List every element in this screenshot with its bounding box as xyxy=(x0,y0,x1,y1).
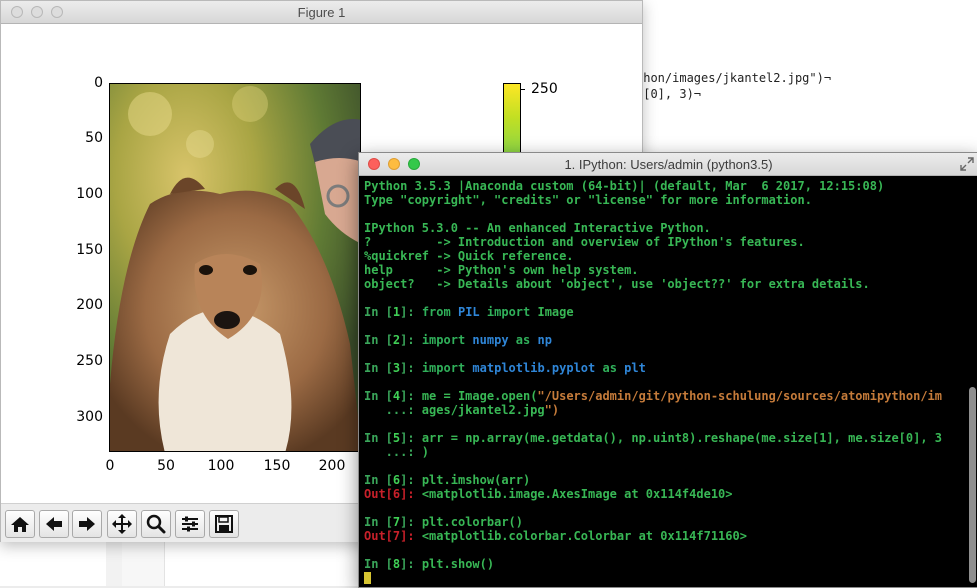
banner-line: ? -> Introduction and overview of IPytho… xyxy=(364,235,805,249)
banner-line: help -> Python's own help system. xyxy=(364,263,639,277)
home-button[interactable] xyxy=(5,510,35,538)
x-tick-label: 200 xyxy=(318,458,346,474)
ipython-cells: In [1]: from PIL import Image In [2]: imp… xyxy=(364,305,954,585)
banner-line: Type "copyright", "credits" or "license"… xyxy=(364,193,812,207)
code-text: import numpy as np xyxy=(421,333,552,347)
colorbar-tick-mark xyxy=(521,89,525,90)
save-button[interactable] xyxy=(209,510,239,538)
input-line: In [7]: plt.colorbar() xyxy=(364,515,523,529)
colorbar-tick-label: 250 xyxy=(531,81,558,97)
code-text: import matplotlib.pyplot as plt xyxy=(421,361,646,375)
terminal-scrollbar[interactable] xyxy=(969,387,976,583)
terminal-output[interactable]: Python 3.5.3 |Anaconda custom (64-bit)| … xyxy=(364,179,954,585)
output-line: Out[6]: <matplotlib.image.AxesImage at 0… xyxy=(364,487,733,501)
configure-subplots-button[interactable] xyxy=(175,510,205,538)
y-tick-label: 150 xyxy=(76,242,103,258)
banner-line xyxy=(364,207,954,221)
home-icon xyxy=(11,517,29,532)
continuation-line: ...: ) xyxy=(364,445,430,459)
move-icon xyxy=(112,514,132,534)
code-text: plt.show() xyxy=(421,557,495,571)
sliders-icon xyxy=(182,516,198,532)
figure-title: Figure 1 xyxy=(297,5,346,20)
editor-code-line-1: thon/images/jkantel2.jpg")¬ xyxy=(636,71,832,85)
banner-line: Python 3.5.3 |Anaconda custom (64-bit)| … xyxy=(364,179,885,193)
x-tick-label: 50 xyxy=(157,458,175,474)
input-line: In [4]: me = Image.open("/Users/admin/gi… xyxy=(364,389,942,403)
text-cursor xyxy=(364,572,371,584)
code-text: plt.colorbar() xyxy=(421,515,523,529)
zoom-rect-button[interactable] xyxy=(141,510,171,538)
input-line: In [3]: import matplotlib.pyplot as plt xyxy=(364,361,646,375)
terminal-window[interactable]: 1. IPython: Users/admin (python3.5) Pyth… xyxy=(358,152,977,588)
arrow-right-icon xyxy=(79,517,95,531)
magnifier-icon xyxy=(146,514,166,534)
output-text: <matplotlib.image.AxesImage at 0x114f4de… xyxy=(421,487,733,501)
y-tick-label: 200 xyxy=(76,297,103,313)
cursor-line[interactable] xyxy=(364,571,954,585)
plot-axes xyxy=(109,83,361,452)
pan-button[interactable] xyxy=(107,510,137,538)
back-button[interactable] xyxy=(39,510,69,538)
dog-photo xyxy=(110,84,360,451)
floppy-icon xyxy=(215,515,233,533)
input-line: In [2]: import numpy as np xyxy=(364,333,552,347)
y-tick-label: 50 xyxy=(85,130,103,146)
code-text: plt.imshow(arr) xyxy=(421,473,531,487)
terminal-title: 1. IPython: Users/admin (python3.5) xyxy=(564,157,773,172)
input-line: In [1]: from PIL import Image xyxy=(364,305,574,319)
output-text: <matplotlib.colorbar.Colorbar at 0x114f7… xyxy=(421,529,747,543)
x-tick-label: 100 xyxy=(207,458,235,474)
banner-line: object? -> Details about 'object', use '… xyxy=(364,277,870,291)
output-line: Out[7]: <matplotlib.colorbar.Colorbar at… xyxy=(364,529,747,543)
arrow-left-icon xyxy=(46,517,62,531)
input-line: In [6]: plt.imshow(arr) xyxy=(364,473,531,487)
fullscreen-icon[interactable] xyxy=(960,157,974,171)
y-tick-label: 250 xyxy=(76,353,103,369)
y-tick-label: 0 xyxy=(94,75,103,91)
code-text: from PIL import Image xyxy=(421,305,574,319)
input-line: In [8]: plt.show() xyxy=(364,557,495,571)
x-tick-label: 0 xyxy=(105,458,115,474)
y-tick-label: 100 xyxy=(76,186,103,202)
x-tick-label: 150 xyxy=(263,458,291,474)
banner-line: IPython 5.3.0 -- An enhanced Interactive… xyxy=(364,221,711,235)
terminal-titlebar[interactable]: 1. IPython: Users/admin (python3.5) xyxy=(359,153,977,176)
y-tick-label: 300 xyxy=(76,409,103,425)
code-text: me = Image.open("/Users/admin/git/python… xyxy=(421,389,942,403)
colorbar xyxy=(503,83,521,158)
forward-button[interactable] xyxy=(72,510,102,538)
editor-code-line-2: e[0], 3)¬ xyxy=(636,87,702,101)
banner-line: %quickref -> Quick reference. xyxy=(364,249,574,263)
code-text: arr = np.array(me.getdata(), np.uint8).r… xyxy=(421,431,943,445)
continuation-line: ...: ages/jkantel2.jpg") xyxy=(364,403,560,417)
input-line: In [5]: arr = np.array(me.getdata(), np.… xyxy=(364,431,943,445)
figure-titlebar[interactable]: Figure 1 xyxy=(1,1,642,24)
